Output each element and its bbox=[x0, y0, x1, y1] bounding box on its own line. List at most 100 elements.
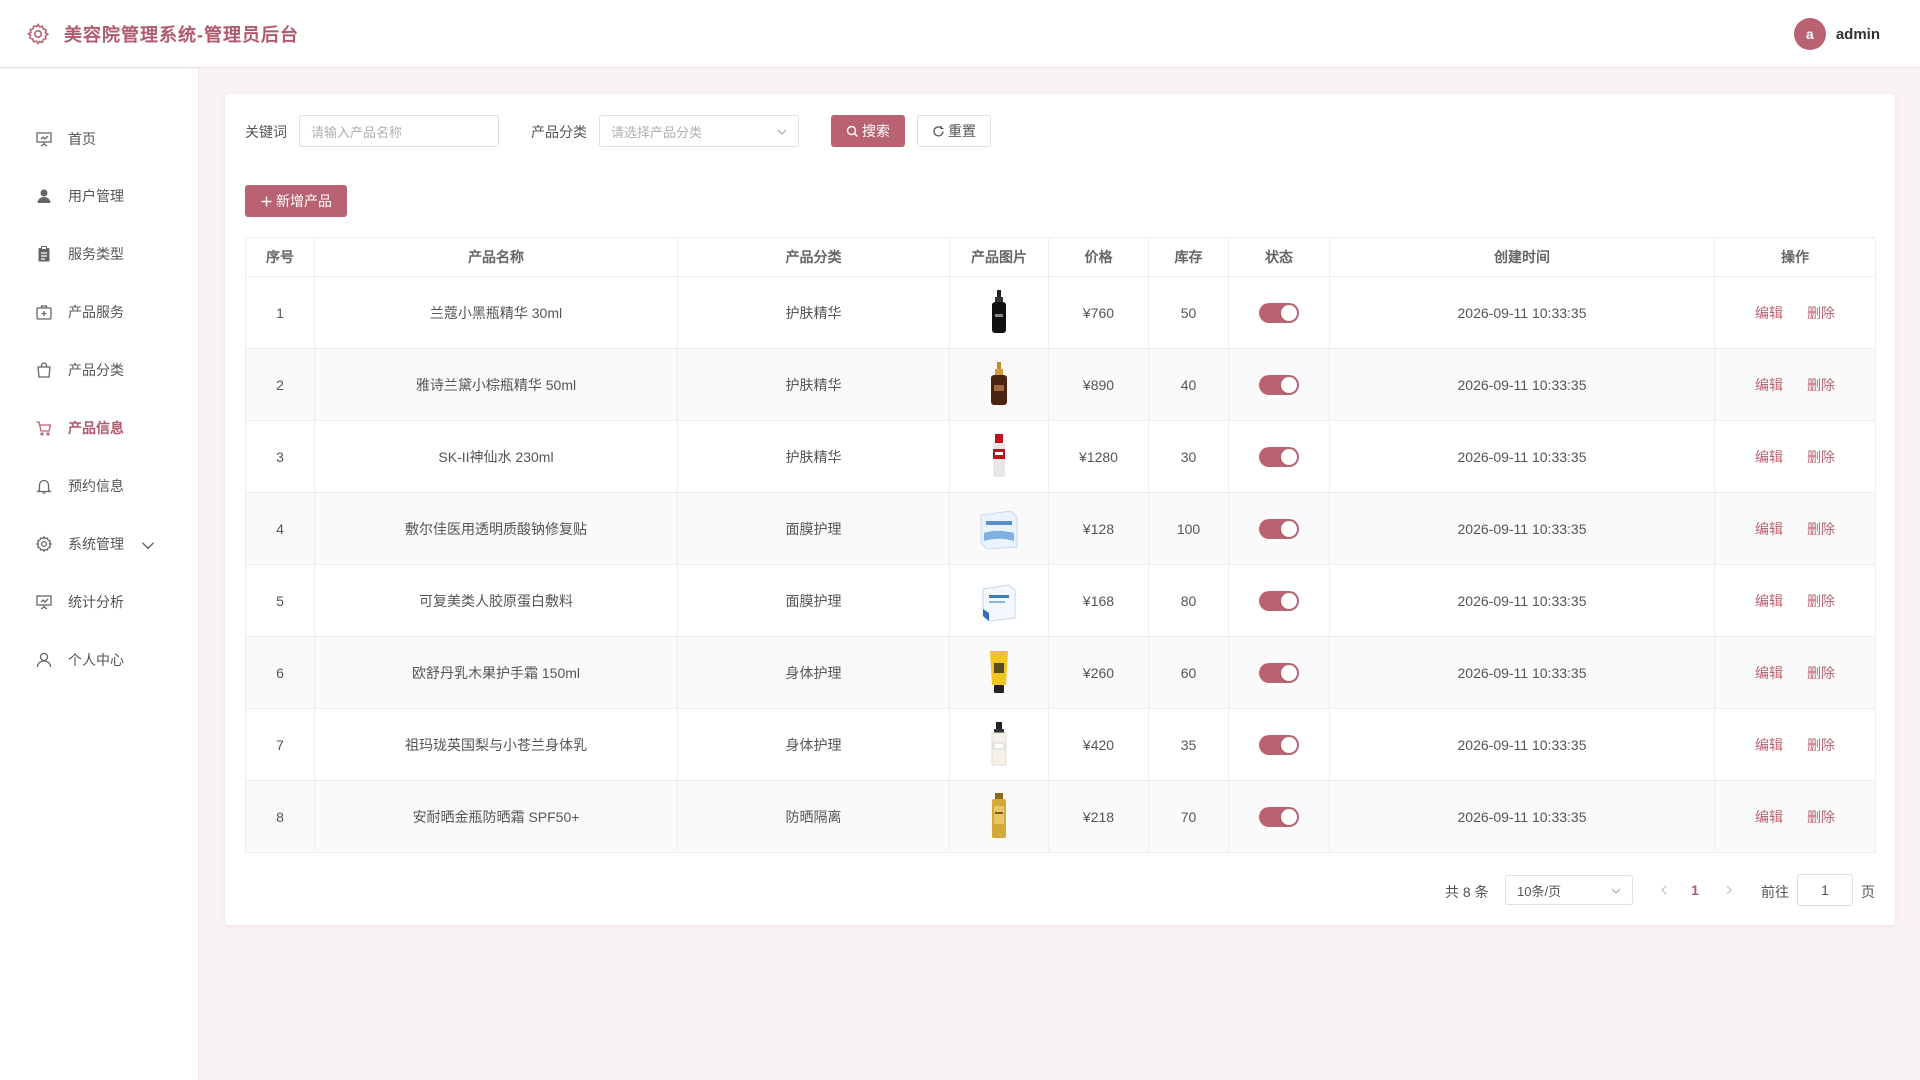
status-toggle[interactable] bbox=[1259, 590, 1299, 611]
main-card: 关键词 请输入产品名称 产品分类 请选择产品分类 搜索 重置 新增产品 序号 产… bbox=[225, 94, 1895, 925]
delete-button[interactable]: 删除 bbox=[1807, 305, 1835, 321]
cell-actions: 编辑 删除 bbox=[1714, 636, 1876, 709]
status-toggle[interactable] bbox=[1259, 302, 1299, 323]
sidebar-item-home[interactable]: 首页 bbox=[0, 116, 199, 162]
cell-category: 面膜护理 bbox=[677, 564, 950, 637]
column-header-stock[interactable]: 库存 bbox=[1148, 237, 1229, 277]
cell-product-name: 兰蔻小黑瓶精华 30ml bbox=[314, 276, 678, 349]
chevron-down-icon[interactable] bbox=[139, 536, 157, 554]
reset-button[interactable]: 重置 bbox=[917, 115, 991, 147]
next-page-icon[interactable] bbox=[1722, 883, 1736, 897]
table-row: 8 安耐晒金瓶防晒霜 SPF50+ 防晒隔离 ¥218 70 2026-09-1… bbox=[245, 780, 1876, 853]
sidebar-item-user-management[interactable]: 用户管理 bbox=[0, 173, 199, 219]
cell-actions: 编辑 删除 bbox=[1714, 492, 1876, 565]
delete-button[interactable]: 删除 bbox=[1807, 593, 1835, 609]
product-thumbnail[interactable] bbox=[977, 647, 1021, 697]
cell-created: 2026-09-11 10:33:35 bbox=[1329, 708, 1715, 781]
cell-actions: 编辑 删除 bbox=[1714, 348, 1876, 421]
status-toggle[interactable] bbox=[1259, 806, 1299, 827]
edit-button[interactable]: 编辑 bbox=[1755, 377, 1783, 393]
add-product-button[interactable]: 新增产品 bbox=[245, 185, 347, 217]
delete-button[interactable]: 删除 bbox=[1807, 665, 1835, 681]
sidebar-item-appointments[interactable]: 预约信息 bbox=[0, 463, 199, 509]
plus-icon bbox=[261, 196, 272, 206]
cell-created: 2026-09-11 10:33:35 bbox=[1329, 492, 1715, 565]
sidebar-item-product-info[interactable]: 产品信息 bbox=[0, 405, 199, 451]
keyword-placeholder: 请输入产品名称 bbox=[311, 124, 403, 140]
prev-page-icon[interactable] bbox=[1657, 883, 1671, 897]
edit-button[interactable]: 编辑 bbox=[1755, 593, 1783, 609]
goto-page-input[interactable]: 1 bbox=[1797, 874, 1853, 906]
cell-image bbox=[949, 276, 1049, 349]
status-toggle[interactable] bbox=[1259, 662, 1299, 683]
status-toggle[interactable] bbox=[1259, 734, 1299, 755]
cell-stock: 60 bbox=[1148, 636, 1229, 709]
edit-button[interactable]: 编辑 bbox=[1755, 449, 1783, 465]
cell-status bbox=[1228, 276, 1330, 349]
cell-product-name: 雅诗兰黛小棕瓶精华 50ml bbox=[314, 348, 678, 421]
sidebar-item-label: 产品信息 bbox=[68, 420, 124, 436]
keyword-search-input[interactable]: 请输入产品名称 bbox=[299, 115, 499, 147]
page-size-select[interactable]: 10条/页 bbox=[1505, 875, 1633, 905]
keyword-label: 关键词 bbox=[245, 124, 287, 140]
column-header-name[interactable]: 产品名称 bbox=[314, 237, 678, 277]
product-thumbnail[interactable] bbox=[977, 576, 1021, 626]
search-button[interactable]: 搜索 bbox=[831, 115, 905, 147]
cell-product-name: SK-II神仙水 230ml bbox=[314, 420, 678, 493]
edit-button[interactable]: 编辑 bbox=[1755, 737, 1783, 753]
user-outline-icon bbox=[36, 652, 52, 668]
gear-logo-icon bbox=[27, 22, 50, 45]
products-table: 序号 产品名称 产品分类 产品图片 价格 库存 状态 创建时间 操作 1 兰蔻小… bbox=[245, 237, 1876, 853]
cell-image bbox=[949, 780, 1049, 853]
delete-button[interactable]: 删除 bbox=[1807, 737, 1835, 753]
product-thumbnail[interactable] bbox=[977, 719, 1021, 769]
status-toggle[interactable] bbox=[1259, 518, 1299, 539]
user-icon bbox=[37, 189, 51, 203]
column-header-actions[interactable]: 操作 bbox=[1714, 237, 1876, 277]
edit-button[interactable]: 编辑 bbox=[1755, 521, 1783, 537]
sidebar-item-personal-center[interactable]: 个人中心 bbox=[0, 637, 199, 683]
cell-stock: 35 bbox=[1148, 708, 1229, 781]
cell-image bbox=[949, 492, 1049, 565]
sidebar-item-service-types[interactable]: 服务类型 bbox=[0, 231, 199, 277]
cell-status bbox=[1228, 780, 1330, 853]
page-number-current[interactable]: 1 bbox=[1685, 875, 1705, 905]
column-header-status[interactable]: 状态 bbox=[1228, 237, 1330, 277]
table-row: 4 敷尔佳医用透明质酸钠修复贴 面膜护理 ¥128 100 2026-09-11… bbox=[245, 492, 1876, 565]
column-header-price[interactable]: 价格 bbox=[1048, 237, 1149, 277]
delete-button[interactable]: 删除 bbox=[1807, 377, 1835, 393]
cell-index: 3 bbox=[245, 420, 315, 493]
status-toggle[interactable] bbox=[1259, 446, 1299, 467]
cell-image bbox=[949, 564, 1049, 637]
status-toggle[interactable] bbox=[1259, 374, 1299, 395]
product-thumbnail[interactable] bbox=[977, 287, 1021, 337]
edit-button[interactable]: 编辑 bbox=[1755, 809, 1783, 825]
gear-icon bbox=[35, 535, 53, 553]
sidebar-item-product-categories[interactable]: 产品分类 bbox=[0, 347, 199, 393]
cell-category: 防晒隔离 bbox=[677, 780, 950, 853]
sidebar-item-system-management[interactable]: 系统管理 bbox=[0, 521, 199, 567]
cell-created: 2026-09-11 10:33:35 bbox=[1329, 780, 1715, 853]
product-thumbnail[interactable] bbox=[977, 791, 1021, 841]
cell-product-name: 可复美类人胶原蛋白敷料 bbox=[314, 564, 678, 637]
column-header-created[interactable]: 创建时间 bbox=[1329, 237, 1715, 277]
column-header-image[interactable]: 产品图片 bbox=[949, 237, 1049, 277]
column-header-index[interactable]: 序号 bbox=[245, 237, 315, 277]
column-header-category[interactable]: 产品分类 bbox=[677, 237, 950, 277]
username[interactable]: admin bbox=[1836, 26, 1880, 43]
delete-button[interactable]: 删除 bbox=[1807, 809, 1835, 825]
avatar[interactable]: a bbox=[1793, 18, 1826, 50]
product-thumbnail[interactable] bbox=[977, 359, 1021, 409]
user-menu[interactable]: a admin bbox=[1793, 18, 1880, 50]
sidebar-item-statistics[interactable]: 统计分析 bbox=[0, 579, 199, 625]
product-thumbnail[interactable] bbox=[977, 504, 1021, 554]
pagination-total: 共 8 条 bbox=[1445, 884, 1489, 900]
sidebar-item-product-services[interactable]: 产品服务 bbox=[0, 289, 199, 335]
category-select[interactable]: 请选择产品分类 bbox=[599, 115, 799, 147]
edit-button[interactable]: 编辑 bbox=[1755, 305, 1783, 321]
edit-button[interactable]: 编辑 bbox=[1755, 665, 1783, 681]
product-thumbnail[interactable] bbox=[977, 431, 1021, 481]
cell-price: ¥420 bbox=[1048, 708, 1149, 781]
delete-button[interactable]: 删除 bbox=[1807, 521, 1835, 537]
delete-button[interactable]: 删除 bbox=[1807, 449, 1835, 465]
